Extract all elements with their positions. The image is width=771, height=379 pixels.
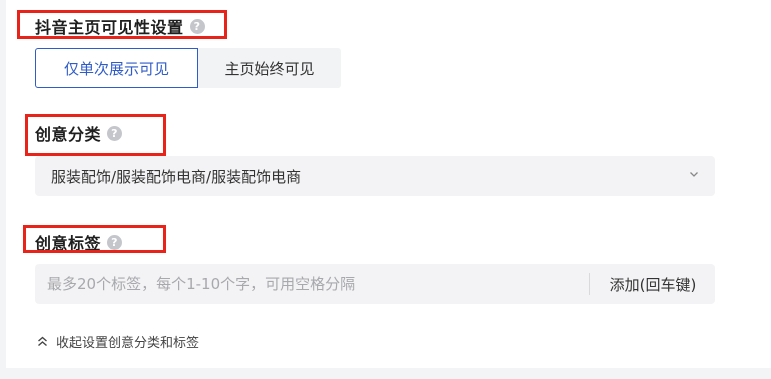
option-always-visible[interactable]: 主页始终可见 — [198, 48, 341, 88]
highlight-box-tags — [23, 225, 166, 253]
add-tag-button[interactable]: 添加(回车键) — [591, 264, 715, 304]
option-always-visible-label: 主页始终可见 — [224, 59, 315, 78]
highlight-box-category — [25, 114, 166, 156]
tag-input[interactable] — [35, 264, 589, 304]
double-chevron-up-icon — [38, 336, 47, 347]
option-single-display-label: 仅单次展示可见 — [63, 59, 169, 78]
option-single-display[interactable]: 仅单次展示可见 — [35, 48, 198, 88]
bottom-gutter — [0, 368, 771, 379]
category-select[interactable]: 服装配饰/服装配饰电商/服装配饰电商 — [35, 156, 715, 196]
collapse-settings-link[interactable]: 收起设置创意分类和标签 — [37, 332, 199, 351]
highlight-box-visibility — [17, 10, 227, 39]
input-divider — [589, 273, 590, 295]
category-select-value: 服装配饰/服装配饰电商/服装配饰电商 — [51, 167, 302, 186]
tag-input-container: 添加(回车键) — [35, 264, 715, 304]
left-gutter — [0, 0, 6, 379]
chevron-down-icon — [690, 172, 698, 177]
collapse-label: 收起设置创意分类和标签 — [56, 336, 200, 351]
